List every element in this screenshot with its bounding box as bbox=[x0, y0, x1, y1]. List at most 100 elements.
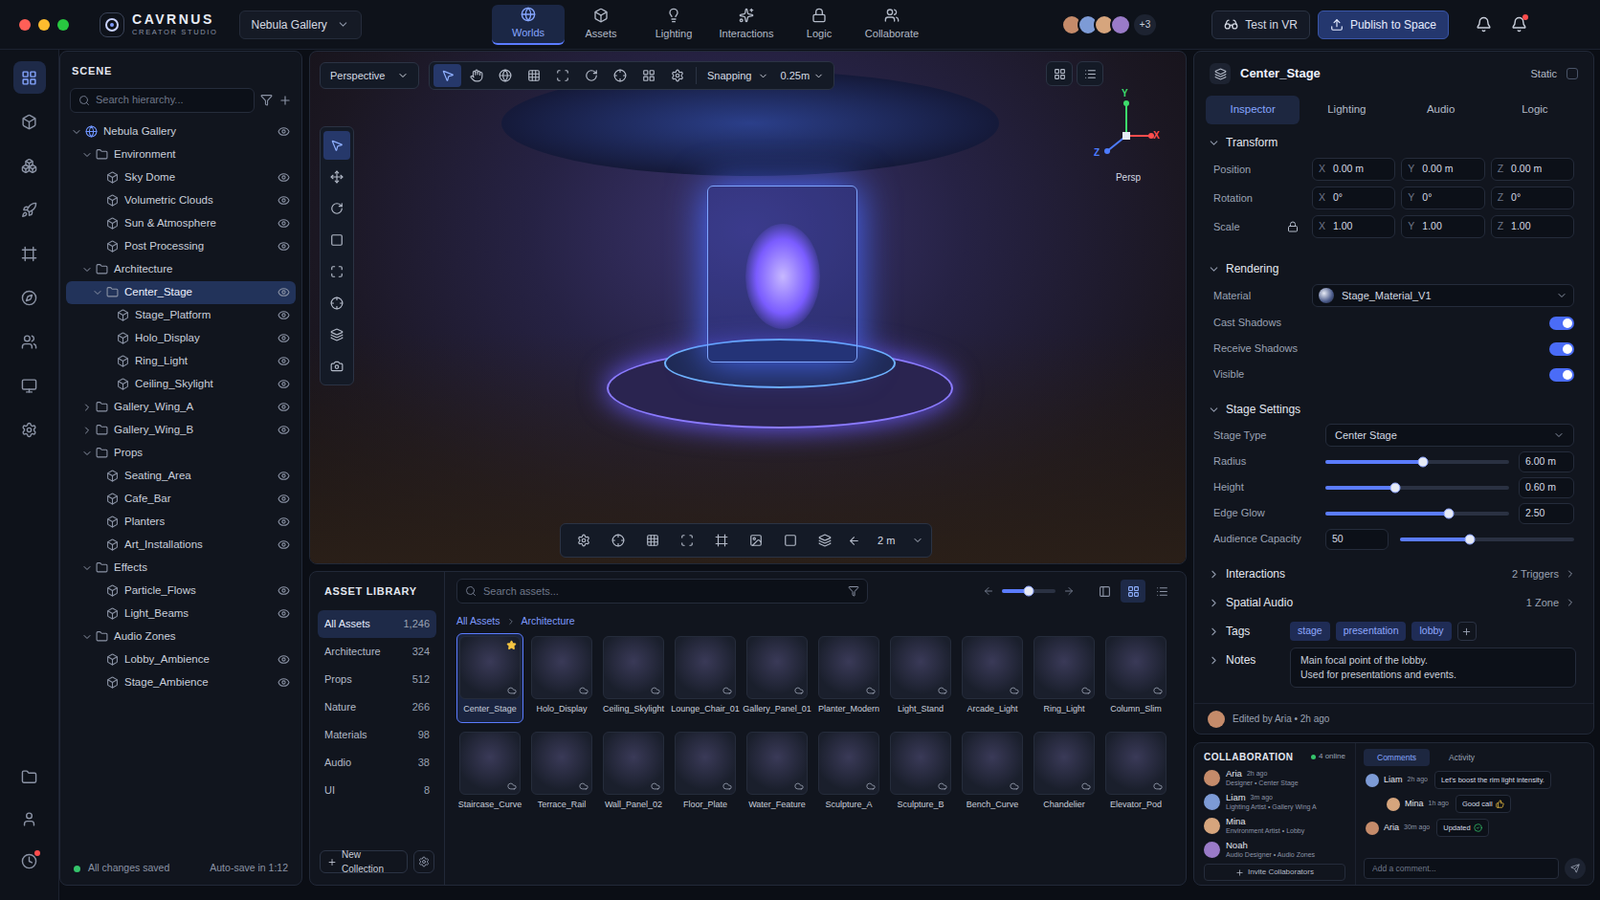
number-field[interactable]: Y1.00 bbox=[1400, 215, 1485, 239]
inspector-tab[interactable]: Lighting bbox=[1299, 95, 1394, 125]
tool-button[interactable] bbox=[706, 527, 737, 555]
asset-tile[interactable]: Lounge_Chair_01 bbox=[671, 633, 739, 724]
comment-input[interactable]: Add a comment... bbox=[1363, 858, 1559, 880]
rail-item[interactable] bbox=[13, 149, 46, 182]
capacity-input[interactable]: 50 bbox=[1325, 529, 1389, 551]
new-collection-button[interactable]: New Collection bbox=[319, 850, 408, 874]
eye-icon[interactable] bbox=[277, 217, 290, 230]
slider-thumb[interactable] bbox=[1389, 482, 1400, 493]
setting-slider[interactable] bbox=[1325, 460, 1510, 465]
tree-row[interactable]: Environment bbox=[66, 143, 296, 167]
comment-tab[interactable]: Comments bbox=[1363, 749, 1430, 767]
number-field[interactable]: Z1.00 bbox=[1490, 215, 1575, 239]
number-field[interactable]: X0.00 m bbox=[1311, 157, 1396, 181]
asset-tile[interactable]: Column_Slim bbox=[1102, 633, 1170, 724]
eye-icon[interactable] bbox=[277, 400, 290, 414]
window-control[interactable] bbox=[38, 19, 50, 31]
filter-icon[interactable] bbox=[847, 585, 860, 598]
slider-thumb[interactable] bbox=[1443, 508, 1454, 519]
eye-icon[interactable] bbox=[277, 309, 290, 322]
arrow-right-icon[interactable] bbox=[1063, 585, 1075, 598]
eye-icon[interactable] bbox=[277, 492, 290, 506]
inspector-tab[interactable]: Audio bbox=[1394, 95, 1489, 125]
tag[interactable]: presentation bbox=[1335, 622, 1407, 642]
tag[interactable]: stage bbox=[1289, 622, 1331, 642]
rail-item[interactable] bbox=[13, 369, 46, 402]
tree-row[interactable]: Props bbox=[66, 442, 296, 466]
asset-tile[interactable]: Light_Stand bbox=[887, 633, 955, 724]
collaborator-row[interactable]: MinaEnvironment Artist • Lobby bbox=[1203, 814, 1346, 839]
number-field[interactable]: X0° bbox=[1311, 186, 1396, 210]
notification-button[interactable] bbox=[1511, 16, 1528, 33]
notification-button[interactable] bbox=[1475, 16, 1492, 33]
toggle[interactable] bbox=[1549, 342, 1575, 356]
chevron-down-icon[interactable] bbox=[911, 534, 924, 547]
tree-row[interactable]: Particle_Flows bbox=[66, 579, 296, 603]
breadcrumb-item[interactable]: All Assets bbox=[456, 614, 501, 630]
rail-item[interactable] bbox=[13, 61, 46, 94]
number-field[interactable]: Z0° bbox=[1490, 186, 1575, 210]
eye-icon[interactable] bbox=[277, 240, 290, 253]
tool-button[interactable] bbox=[548, 64, 577, 88]
slider-thumb[interactable] bbox=[1417, 456, 1428, 467]
snapping-dropdown[interactable]: Snapping bbox=[701, 67, 775, 85]
asset-tile[interactable]: Gallery_Panel_01 bbox=[743, 633, 811, 724]
section-header[interactable]: Transform bbox=[1194, 130, 1594, 156]
asset-tile[interactable]: Water_Feature bbox=[743, 729, 811, 820]
eye-icon[interactable] bbox=[277, 332, 290, 345]
rail-item[interactable] bbox=[13, 844, 46, 878]
tree-row[interactable]: Nebula Gallery bbox=[66, 120, 296, 144]
eye-icon[interactable] bbox=[277, 469, 290, 483]
tree-row[interactable]: Sun & Atmosphere bbox=[66, 212, 296, 236]
asset-tile[interactable]: Planter_Modern bbox=[815, 633, 883, 724]
nav-tab[interactable]: Worlds bbox=[491, 4, 565, 45]
section-header[interactable]: Stage Settings bbox=[1194, 397, 1594, 423]
arrow-left-icon[interactable] bbox=[847, 534, 861, 548]
section-header[interactable]: Rendering bbox=[1194, 256, 1594, 282]
asset-tile[interactable]: Arcade_Light bbox=[958, 633, 1026, 724]
arrow-left-icon[interactable] bbox=[982, 585, 995, 598]
eye-icon[interactable] bbox=[277, 584, 290, 598]
asset-tile[interactable]: Elevator_Pod bbox=[1102, 729, 1170, 820]
comment-tab[interactable]: Activity bbox=[1435, 749, 1489, 767]
tree-row[interactable]: Planters bbox=[66, 511, 296, 534]
category-item[interactable]: Props512 bbox=[317, 666, 437, 694]
test-vr-button[interactable]: Test in VR bbox=[1211, 10, 1311, 40]
eye-icon[interactable] bbox=[277, 607, 290, 621]
tree-row[interactable]: Effects bbox=[66, 556, 296, 580]
collapsed-section[interactable]: Interactions2 Triggers bbox=[1194, 559, 1594, 589]
window-control[interactable] bbox=[57, 19, 69, 31]
eye-icon[interactable] bbox=[277, 125, 290, 138]
rail-item[interactable] bbox=[13, 105, 46, 138]
eye-icon[interactable] bbox=[277, 653, 290, 667]
tree-row[interactable]: Volumetric Clouds bbox=[66, 189, 296, 213]
nav-tab[interactable]: Interactions bbox=[710, 4, 783, 45]
tree-row[interactable]: Stage_Ambience bbox=[66, 671, 296, 695]
tool-button[interactable] bbox=[323, 320, 351, 350]
tool-button[interactable] bbox=[605, 64, 634, 88]
chevron-down-icon[interactable] bbox=[91, 287, 104, 299]
asset-tile[interactable]: Ceiling_Skylight bbox=[600, 633, 667, 724]
asset-tile[interactable]: Chandelier bbox=[1030, 729, 1098, 820]
tree-row[interactable]: Light_Beams bbox=[66, 602, 296, 626]
tree-row[interactable]: Gallery_Wing_B bbox=[66, 419, 296, 443]
view-mode-button[interactable] bbox=[1149, 579, 1175, 603]
number-field[interactable]: Y0.00 m bbox=[1400, 157, 1485, 181]
plus-icon[interactable] bbox=[278, 93, 292, 108]
tree-row[interactable]: Holo_Display bbox=[66, 327, 296, 351]
material-dropdown[interactable]: Stage_Material_V1 bbox=[1311, 284, 1575, 308]
slider-value[interactable]: 6.00 m bbox=[1518, 451, 1575, 473]
number-field[interactable]: Y0° bbox=[1400, 186, 1485, 210]
capacity-slider[interactable] bbox=[1400, 537, 1575, 542]
tool-button[interactable] bbox=[323, 352, 351, 381]
tool-button[interactable] bbox=[602, 527, 634, 555]
collaborator-row[interactable]: Aria2h agoDesigner • Center Stage bbox=[1203, 766, 1346, 791]
eye-icon[interactable] bbox=[277, 194, 290, 207]
nav-tab[interactable]: Logic bbox=[782, 4, 856, 45]
chevron-down-icon[interactable] bbox=[70, 126, 83, 138]
collection-settings-button[interactable] bbox=[413, 850, 435, 874]
category-item[interactable]: Audio38 bbox=[317, 749, 437, 778]
chevron-down-icon[interactable] bbox=[81, 149, 93, 161]
asset-tile[interactable]: Wall_Panel_02 bbox=[600, 729, 667, 820]
inspector-tab[interactable]: Inspector bbox=[1205, 95, 1300, 125]
